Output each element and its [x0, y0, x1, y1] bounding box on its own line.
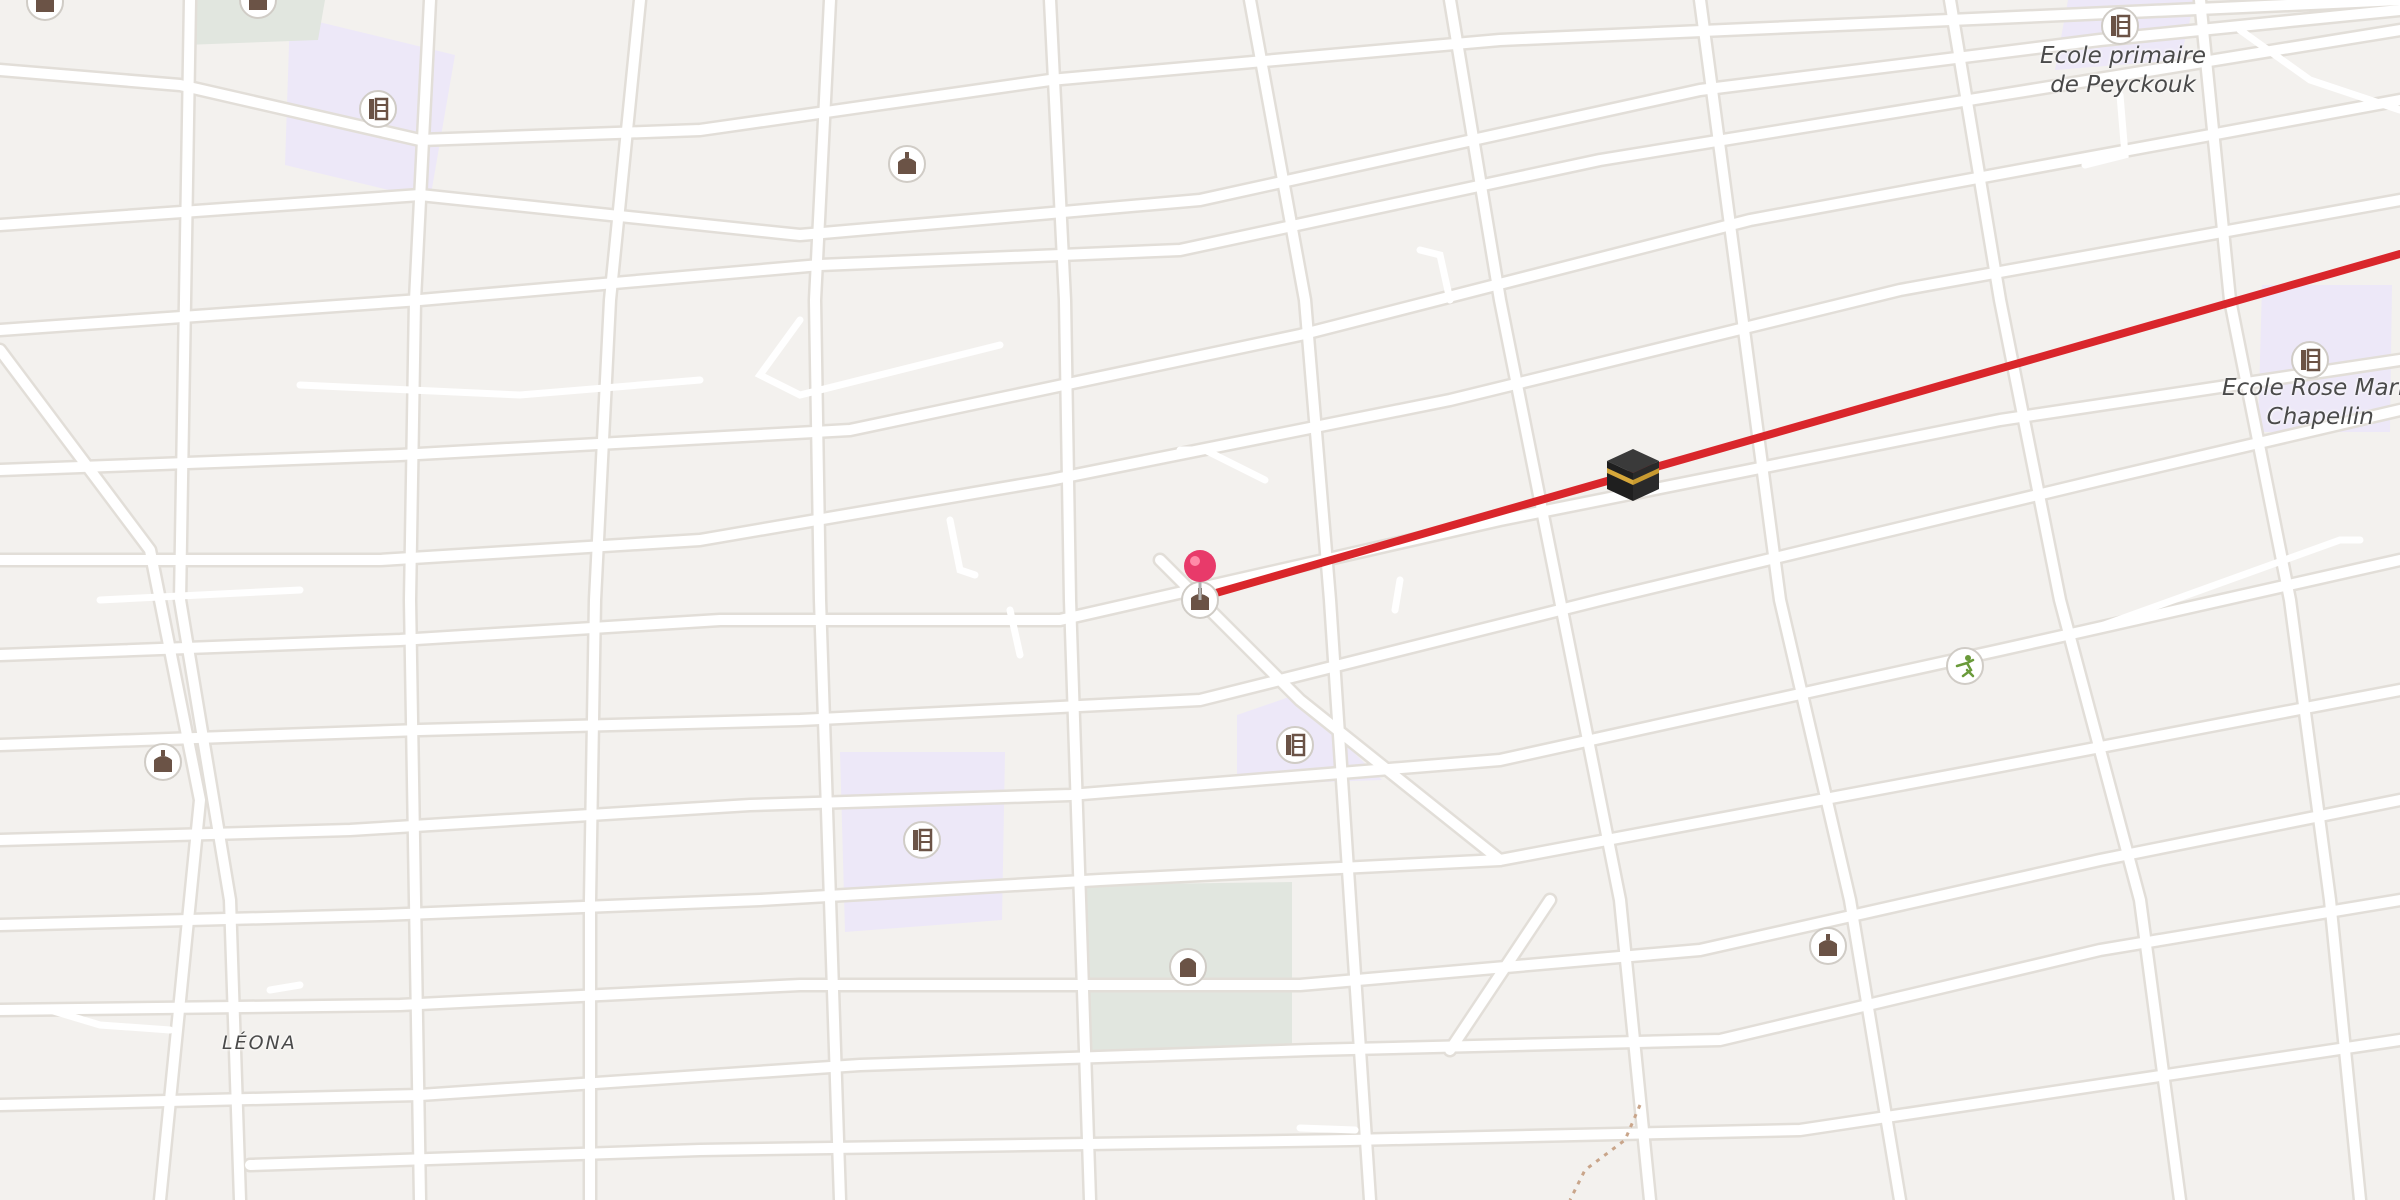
map-view[interactable]: Ecole primaire de Peyckouk Ecole Rose Ma… [0, 0, 2400, 1200]
road [96, 586, 304, 604]
road [1391, 576, 1404, 614]
district-label-leona: LÉONA [222, 1032, 297, 1056]
road [175, 0, 245, 1200]
road [754, 316, 1004, 399]
cemetery-icon[interactable] [1169, 948, 1207, 986]
school-icon[interactable] [2291, 341, 2329, 379]
label-line: Ecole primaire [2040, 43, 2207, 69]
road [1945, 0, 2185, 1200]
label-line: Chapellin [2266, 403, 2374, 430]
mosque-icon[interactable] [144, 743, 182, 781]
road [946, 516, 979, 579]
school-icon[interactable] [903, 821, 941, 859]
road [266, 981, 304, 994]
school-label-rose-marie: Ecole Rose Marie Chapellin [2222, 374, 2400, 432]
mosque-icon[interactable] [26, 0, 64, 21]
road [1416, 246, 1454, 304]
sport-icon[interactable] [1946, 647, 1984, 685]
road [296, 376, 704, 399]
mosque-icon[interactable] [888, 145, 926, 183]
school-icon[interactable] [1276, 726, 1314, 764]
school-icon[interactable] [2101, 7, 2139, 45]
footpath [1568, 1104, 1642, 1200]
mosque-icon[interactable] [1809, 927, 1847, 965]
map-canvas [0, 0, 2400, 1200]
label-line: LÉONA [222, 1032, 297, 1054]
label-line: de Peyckouk [2050, 71, 2196, 98]
school-icon[interactable] [359, 90, 397, 128]
road [1296, 1124, 1359, 1134]
road [1045, 0, 1095, 1200]
label-line: Ecole Rose Marie [2222, 375, 2400, 401]
school-label-peyckouk: Ecole primaire de Peyckouk [2040, 42, 2206, 100]
